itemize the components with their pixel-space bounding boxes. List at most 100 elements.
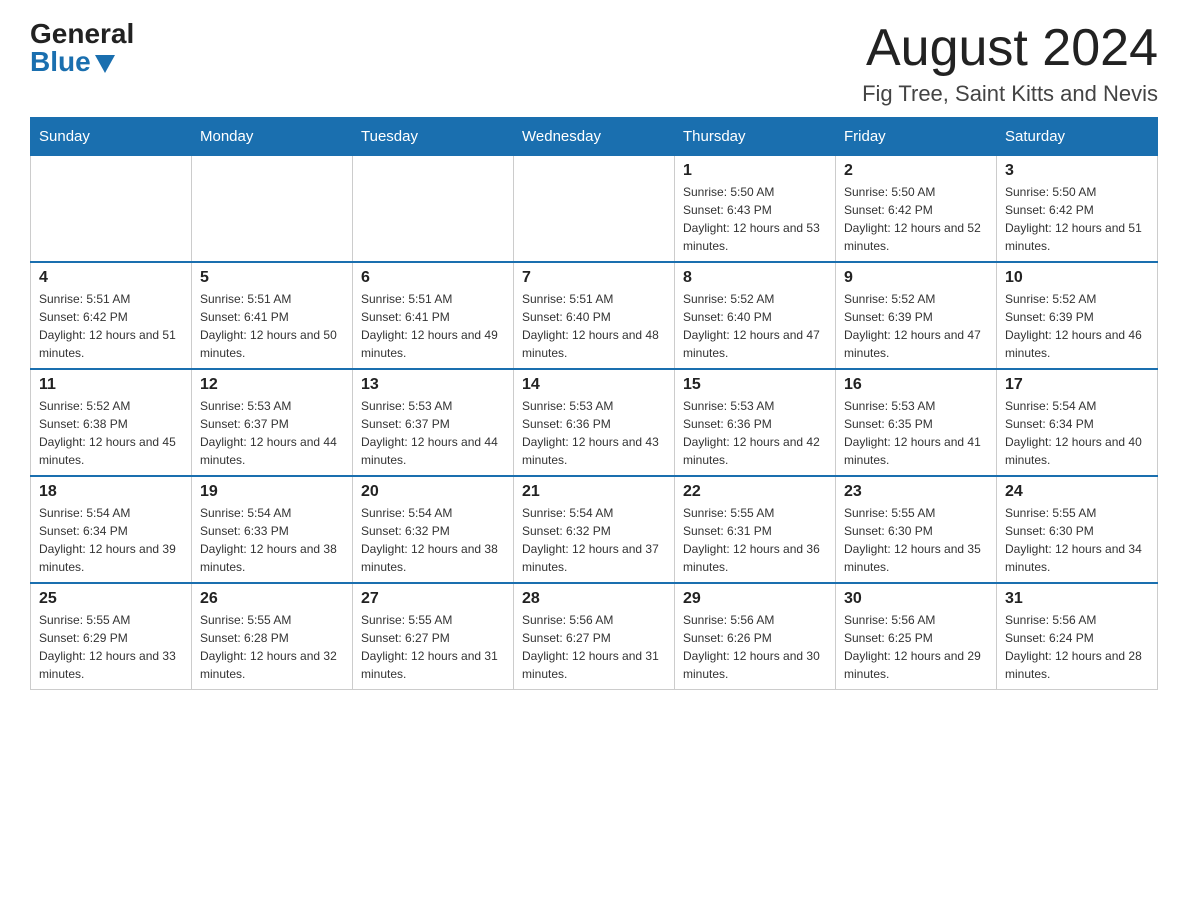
calendar-day-21: 21 Sunrise: 5:54 AMSunset: 6:32 PMDayligh… [514,476,675,583]
calendar-day-31: 31 Sunrise: 5:56 AMSunset: 6:24 PMDayligh… [997,583,1158,690]
day-info: Sunrise: 5:56 AMSunset: 6:24 PMDaylight:… [1005,611,1149,683]
day-info: Sunrise: 5:56 AMSunset: 6:25 PMDaylight:… [844,611,988,683]
logo: General Blue [30,20,134,76]
day-info: Sunrise: 5:53 AMSunset: 6:37 PMDaylight:… [200,397,344,469]
day-info: Sunrise: 5:51 AMSunset: 6:41 PMDaylight:… [200,290,344,362]
calendar-day-23: 23Sunrise: 5:55 AMSunset: 6:30 PMDayligh… [836,476,997,583]
calendar-day-13: 13Sunrise: 5:53 AMSunset: 6:37 PMDayligh… [353,369,514,476]
day-number: 30 [844,590,988,608]
day-number: 28 [522,590,666,608]
calendar-day-29: 29Sunrise: 5:56 AMSunset: 6:26 PMDayligh… [675,583,836,690]
calendar-day-empty [31,156,192,263]
calendar-day-1: 1 Sunrise: 5:50 AMSunset: 6:43 PMDaylight… [675,156,836,263]
day-number: 8 [683,269,827,287]
day-number: 22 [683,483,827,501]
day-info: Sunrise: 5:53 AMSunset: 6:35 PMDaylight:… [844,397,988,469]
day-info: Sunrise: 5:51 AMSunset: 6:41 PMDaylight:… [361,290,505,362]
day-number: 29 [683,590,827,608]
day-number: 4 [39,269,183,287]
calendar-day-11: 11 Sunrise: 5:52 AMSunset: 6:38 PMDayligh… [31,369,192,476]
logo-blue-text: Blue [30,48,134,76]
calendar-week-row: 18 Sunrise: 5:54 AMSunset: 6:34 PMDayligh… [31,476,1158,583]
day-number: 14 [522,376,666,394]
day-number: 25 [39,590,183,608]
day-number: 21 [522,483,666,501]
calendar-day-18: 18 Sunrise: 5:54 AMSunset: 6:34 PMDayligh… [31,476,192,583]
calendar-week-row: 4Sunrise: 5:51 AMSunset: 6:42 PMDaylight… [31,262,1158,369]
day-info: Sunrise: 5:52 AMSunset: 6:38 PMDaylight:… [39,397,183,469]
day-number: 20 [361,483,505,501]
day-info: Sunrise: 5:54 AMSunset: 6:34 PMDaylight:… [39,504,183,576]
calendar-day-16: 16 Sunrise: 5:53 AMSunset: 6:35 PMDayligh… [836,369,997,476]
weekday-header-saturday: Saturday [997,118,1158,156]
day-number: 18 [39,483,183,501]
calendar-day-20: 20 Sunrise: 5:54 AMSunset: 6:32 PMDayligh… [353,476,514,583]
day-info: Sunrise: 5:54 AMSunset: 6:32 PMDaylight:… [522,504,666,576]
day-info: Sunrise: 5:52 AMSunset: 6:39 PMDaylight:… [1005,290,1149,362]
day-number: 26 [200,590,344,608]
day-info: Sunrise: 5:54 AMSunset: 6:34 PMDaylight:… [1005,397,1149,469]
day-number: 5 [200,269,344,287]
day-number: 6 [361,269,505,287]
weekday-header-thursday: Thursday [675,118,836,156]
calendar-day-12: 12 Sunrise: 5:53 AMSunset: 6:37 PMDayligh… [192,369,353,476]
calendar-day-22: 22 Sunrise: 5:55 AMSunset: 6:31 PMDayligh… [675,476,836,583]
day-number: 1 [683,162,827,180]
calendar-day-9: 9Sunrise: 5:52 AMSunset: 6:39 PMDaylight… [836,262,997,369]
day-number: 13 [361,376,505,394]
page-header: General Blue August 2024 Fig Tree, Saint… [30,20,1158,107]
calendar-day-15: 15 Sunrise: 5:53 AMSunset: 6:36 PMDayligh… [675,369,836,476]
day-number: 19 [200,483,344,501]
day-info: Sunrise: 5:50 AMSunset: 6:43 PMDaylight:… [683,183,827,255]
calendar-week-row: 25 Sunrise: 5:55 AMSunset: 6:29 PMDayligh… [31,583,1158,690]
day-info: Sunrise: 5:55 AMSunset: 6:29 PMDaylight:… [39,611,183,683]
day-number: 12 [200,376,344,394]
location-title: Fig Tree, Saint Kitts and Nevis [862,81,1158,107]
day-info: Sunrise: 5:51 AMSunset: 6:40 PMDaylight:… [522,290,666,362]
calendar-week-row: 11 Sunrise: 5:52 AMSunset: 6:38 PMDayligh… [31,369,1158,476]
calendar-day-10: 10 Sunrise: 5:52 AMSunset: 6:39 PMDayligh… [997,262,1158,369]
day-number: 10 [1005,269,1149,287]
calendar-day-empty [353,156,514,263]
weekday-header-friday: Friday [836,118,997,156]
day-info: Sunrise: 5:54 AMSunset: 6:33 PMDaylight:… [200,504,344,576]
calendar-day-14: 14 Sunrise: 5:53 AMSunset: 6:36 PMDayligh… [514,369,675,476]
day-number: 9 [844,269,988,287]
calendar-day-17: 17Sunrise: 5:54 AMSunset: 6:34 PMDayligh… [997,369,1158,476]
calendar-day-26: 26 Sunrise: 5:55 AMSunset: 6:28 PMDayligh… [192,583,353,690]
weekday-header-wednesday: Wednesday [514,118,675,156]
calendar-day-empty [514,156,675,263]
day-number: 27 [361,590,505,608]
calendar-day-24: 24Sunrise: 5:55 AMSunset: 6:30 PMDayligh… [997,476,1158,583]
calendar-day-8: 8 Sunrise: 5:52 AMSunset: 6:40 PMDaylight… [675,262,836,369]
calendar-table: SundayMondayTuesdayWednesdayThursdayFrid… [30,117,1158,690]
day-info: Sunrise: 5:55 AMSunset: 6:30 PMDaylight:… [844,504,988,576]
day-info: Sunrise: 5:50 AMSunset: 6:42 PMDaylight:… [1005,183,1149,255]
calendar-day-4: 4Sunrise: 5:51 AMSunset: 6:42 PMDaylight… [31,262,192,369]
weekday-header-tuesday: Tuesday [353,118,514,156]
calendar-body: 1 Sunrise: 5:50 AMSunset: 6:43 PMDaylight… [31,156,1158,690]
calendar-day-7: 7Sunrise: 5:51 AMSunset: 6:40 PMDaylight… [514,262,675,369]
day-number: 31 [1005,590,1149,608]
day-info: Sunrise: 5:53 AMSunset: 6:36 PMDaylight:… [683,397,827,469]
day-number: 15 [683,376,827,394]
calendar-day-25: 25 Sunrise: 5:55 AMSunset: 6:29 PMDayligh… [31,583,192,690]
weekday-header-row: SundayMondayTuesdayWednesdayThursdayFrid… [31,118,1158,156]
logo-general-text: General [30,20,134,48]
day-info: Sunrise: 5:54 AMSunset: 6:32 PMDaylight:… [361,504,505,576]
day-info: Sunrise: 5:55 AMSunset: 6:28 PMDaylight:… [200,611,344,683]
weekday-header-sunday: Sunday [31,118,192,156]
day-number: 24 [1005,483,1149,501]
day-number: 11 [39,376,183,394]
day-number: 16 [844,376,988,394]
calendar-header: SundayMondayTuesdayWednesdayThursdayFrid… [31,118,1158,156]
calendar-day-19: 19 Sunrise: 5:54 AMSunset: 6:33 PMDayligh… [192,476,353,583]
month-title: August 2024 [862,20,1158,77]
day-info: Sunrise: 5:55 AMSunset: 6:27 PMDaylight:… [361,611,505,683]
calendar-day-6: 6 Sunrise: 5:51 AMSunset: 6:41 PMDaylight… [353,262,514,369]
day-info: Sunrise: 5:55 AMSunset: 6:31 PMDaylight:… [683,504,827,576]
weekday-header-monday: Monday [192,118,353,156]
day-info: Sunrise: 5:53 AMSunset: 6:36 PMDaylight:… [522,397,666,469]
calendar-day-30: 30 Sunrise: 5:56 AMSunset: 6:25 PMDayligh… [836,583,997,690]
day-info: Sunrise: 5:52 AMSunset: 6:40 PMDaylight:… [683,290,827,362]
